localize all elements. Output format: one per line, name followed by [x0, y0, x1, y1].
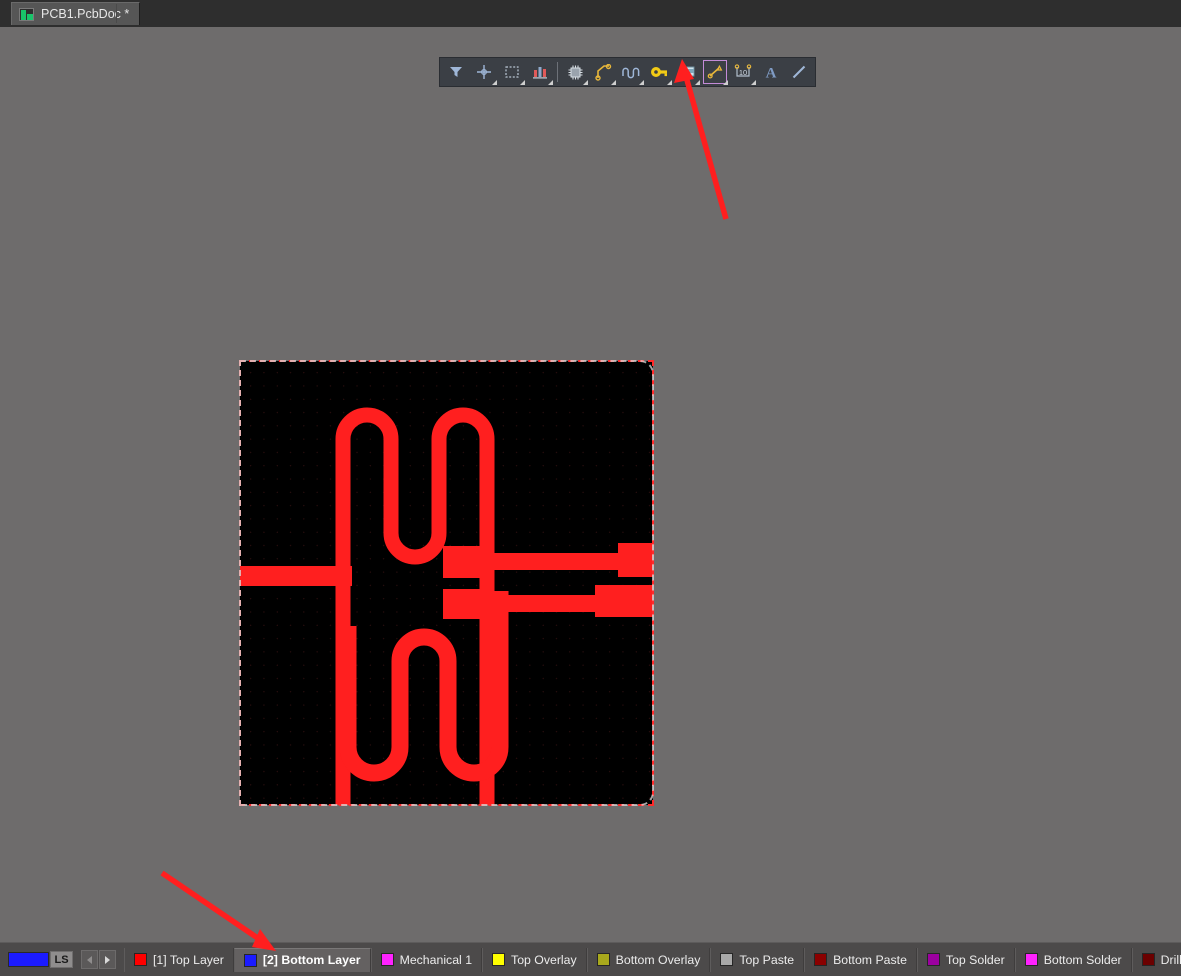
svg-text:10: 10: [739, 68, 747, 77]
svg-text:A: A: [766, 66, 777, 81]
layer-scroll-nav[interactable]: [81, 950, 116, 969]
layer-tab-bottom-paste[interactable]: Bottom Paste: [804, 947, 917, 972]
interactive-routing-icon: [594, 63, 611, 81]
layer-tab-label: Top Solder: [945, 952, 1005, 967]
layer-tab-mechanical-1[interactable]: Mechanical 1: [370, 947, 483, 972]
layer-tab-bottom-overlay[interactable]: Bottom Overlay: [586, 947, 711, 972]
chevron-down-icon: [492, 80, 497, 85]
bar-chart-icon: [533, 67, 547, 79]
layer-sets-button[interactable]: LS: [50, 951, 73, 968]
layer-next-button[interactable]: [99, 950, 116, 969]
pcb-editor-canvas[interactable]: 10 A: [0, 27, 1181, 951]
layer-tab-drill-guide[interactable]: Drill Guide: [1131, 947, 1181, 972]
layer-color-chip: [134, 953, 147, 966]
chevron-down-icon: [548, 80, 553, 85]
pcb-drawing-toolbar[interactable]: 10 A: [439, 57, 816, 87]
layer-tab-top-overlay[interactable]: Top Overlay: [482, 947, 587, 972]
crosshair-tool-button[interactable]: [470, 58, 498, 86]
pcb-editor-window: PCB1.PcbDoc * 10 A LS [1] Top Layer [2] …: [0, 0, 1181, 976]
upper-right-end-pad: [618, 543, 653, 577]
layer-color-chip: [243, 953, 257, 967]
layer-color-chip: [1141, 953, 1155, 966]
layer-color-chip: [1024, 953, 1038, 966]
chevron-down-icon: [611, 80, 616, 85]
layer-tab-bar[interactable]: LS [1] Top Layer [2] Bottom Layer Mechan…: [0, 942, 1181, 976]
layer-color-chip: [596, 953, 610, 966]
layer-tab-label: Mechanical 1: [399, 952, 473, 967]
length-tuning-tool-button[interactable]: [617, 58, 645, 86]
arrow-to-bottom-layer-tab: [160, 870, 276, 951]
text-string-icon: A: [766, 66, 777, 81]
layer-tab-top-paste[interactable]: Top Paste: [710, 947, 805, 972]
copper-traces: [240, 407, 653, 805]
layer-tab-top-layer[interactable]: [1] Top Layer: [124, 947, 234, 972]
funnel-filter-icon: [450, 67, 462, 77]
chevron-down-icon: [667, 80, 672, 85]
layer-tab-bottom-layer[interactable]: [2] Bottom Layer: [233, 947, 371, 972]
chevron-down-icon: [723, 80, 728, 85]
layer-tab-label: Drill Guide: [1160, 952, 1181, 967]
chevron-left-icon: [87, 955, 92, 964]
layer-tab-label: Bottom Solder: [1043, 952, 1122, 967]
chevron-right-icon: [105, 955, 110, 964]
layer-color-chip: [720, 953, 734, 966]
dashed-rectangle-icon: [505, 66, 519, 78]
place-dimension-tool-button[interactable]: 10: [729, 58, 757, 86]
diagonal-line-icon: [792, 65, 806, 79]
layer-color-chip: [926, 953, 940, 966]
layer-prev-button[interactable]: [81, 950, 98, 969]
left-feed-trace: [240, 566, 352, 586]
select-area-tool-button[interactable]: [498, 58, 526, 86]
place-line-icon: [707, 64, 723, 79]
interactive-routing-tool-button[interactable]: [589, 58, 617, 86]
place-component-tool-button[interactable]: [561, 58, 589, 86]
chevron-down-icon: [520, 80, 525, 85]
chevron-down-icon: [583, 80, 588, 85]
layer-tab-label: Bottom Overlay: [615, 952, 701, 967]
toolbar-separator: [557, 62, 558, 82]
place-line-tool-button[interactable]: [701, 58, 729, 86]
ic-chip-icon: [568, 65, 582, 79]
layer-tab-label: Bottom Paste: [833, 952, 907, 967]
chevron-down-icon: [639, 80, 644, 85]
dimension-chart-tool-button[interactable]: [526, 58, 554, 86]
place-line-segment-tool-button[interactable]: [785, 58, 813, 86]
document-tab-pcb1[interactable]: PCB1.PcbDoc *: [11, 2, 141, 25]
layer-color-chip: [492, 953, 506, 966]
place-string-tool-button[interactable]: A: [757, 58, 785, 86]
filter-tool-button[interactable]: [442, 58, 470, 86]
tab-strip-divider: [116, 4, 117, 23]
chevron-down-icon: [695, 80, 700, 85]
layer-color-chip: [380, 953, 394, 966]
pcb-board[interactable]: [239, 360, 654, 806]
title-bar: PCB1.PcbDoc *: [0, 0, 1181, 27]
layer-tab-label: [2] Bottom Layer: [262, 953, 361, 967]
layer-tab-label: [1] Top Layer: [153, 952, 224, 967]
polygon-pour-icon: [679, 66, 695, 77]
pad-key-icon: [651, 67, 667, 77]
chevron-down-icon: [751, 80, 756, 85]
layer-tab-label: Top Overlay: [511, 952, 577, 967]
layer-color-chip: [814, 953, 828, 966]
active-layer-color-swatch[interactable]: [8, 952, 49, 967]
lower-right-end-pad: [595, 585, 653, 617]
place-pad-tool-button[interactable]: [645, 58, 673, 86]
wave-squiggle-icon: [622, 67, 640, 79]
layer-tab-label: Top Paste: [739, 952, 795, 967]
upper-right-feed-line: [480, 553, 640, 570]
layer-tab-bottom-solder[interactable]: Bottom Solder: [1014, 947, 1132, 972]
layer-tab-top-solder[interactable]: Top Solder: [916, 947, 1015, 972]
pcb-document-icon: [19, 7, 34, 21]
crosshair-placement-icon: [477, 65, 491, 79]
layer-tabs[interactable]: [1] Top Layer [2] Bottom Layer Mechanica…: [124, 947, 1181, 972]
polygon-pour-tool-button[interactable]: [673, 58, 701, 86]
dimension-measure-icon: 10: [734, 64, 752, 77]
